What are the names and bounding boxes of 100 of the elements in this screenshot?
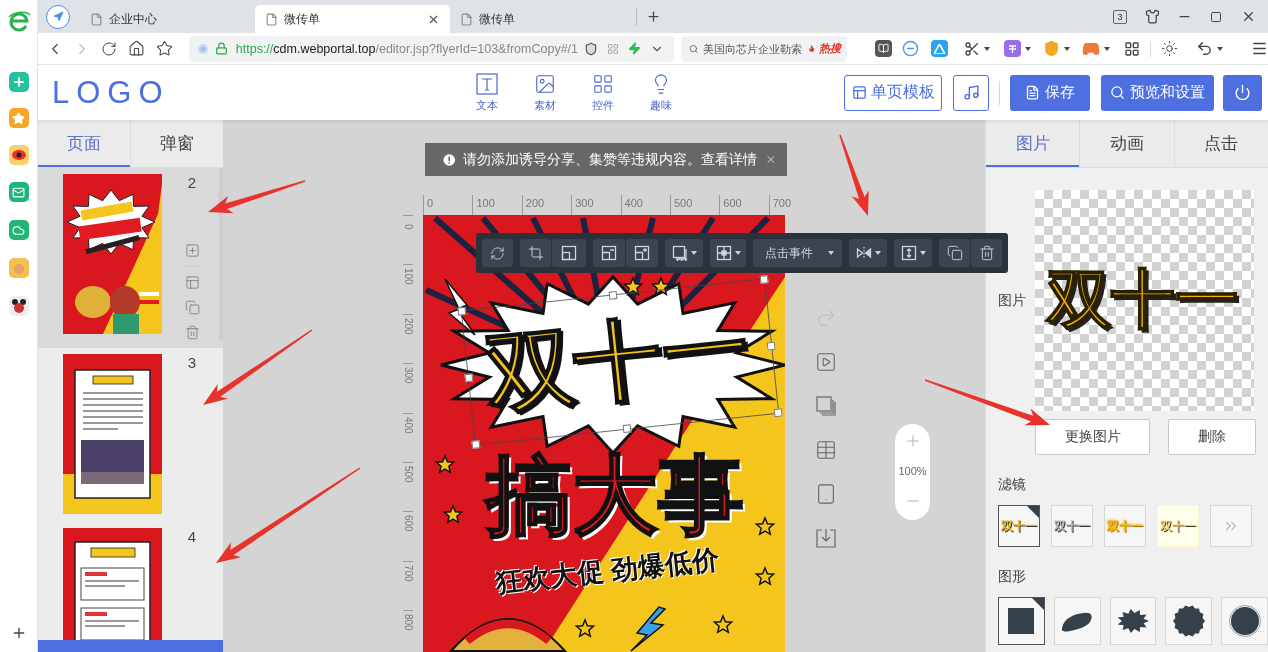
download-icon[interactable]	[815, 527, 837, 549]
property-tab[interactable]: 点击	[1174, 120, 1268, 167]
resize-handle[interactable]	[773, 408, 783, 418]
resize-handle[interactable]	[622, 424, 632, 434]
shadow-button[interactable]	[665, 239, 703, 267]
page-item[interactable]: 2	[38, 168, 223, 348]
app-tile-icon[interactable]	[8, 296, 29, 316]
tablet-icon[interactable]	[815, 483, 837, 505]
save-button[interactable]: 保存	[1010, 74, 1090, 111]
triangle-tile-icon[interactable]	[931, 40, 948, 57]
align-button[interactable]	[710, 239, 746, 267]
resize-handle[interactable]	[759, 275, 769, 284]
minus-circle-icon[interactable]	[902, 40, 919, 57]
section-title: 图形	[998, 568, 1027, 584]
eye-tile-icon[interactable]	[8, 145, 29, 165]
poster-slogan: 狂欢大促 劲爆低价	[493, 545, 722, 600]
play-square-icon[interactable]	[815, 351, 837, 373]
table-icon[interactable]	[815, 439, 837, 461]
star-tile-icon[interactable]	[8, 108, 29, 128]
delete-button[interactable]: 删除	[1168, 419, 1256, 455]
star-icon[interactable]	[155, 40, 173, 57]
caret-icon	[1064, 46, 1070, 51]
page-item[interactable]: 4	[38, 522, 223, 640]
star-icon	[434, 454, 456, 474]
square-minus-icon	[601, 245, 617, 261]
plus-tile-icon[interactable]	[8, 72, 29, 92]
browser-tab[interactable]: 企业中心	[80, 5, 255, 33]
reload-icon[interactable]	[101, 40, 118, 57]
resize-handle[interactable]	[608, 290, 618, 300]
replace-image-button[interactable]: 更换图片	[1035, 419, 1150, 455]
shape-option[interactable]	[998, 597, 1045, 645]
tool-button[interactable]: 控件	[574, 72, 632, 113]
undo-icon[interactable]	[1196, 40, 1213, 57]
copy-button[interactable]	[939, 239, 970, 267]
maximize-icon[interactable]	[1210, 10, 1222, 23]
flip-button[interactable]	[849, 239, 887, 267]
sun-icon[interactable]	[1161, 40, 1178, 57]
panel-tab[interactable]: 页面	[38, 120, 131, 167]
replace-button[interactable]	[482, 239, 513, 267]
template-button[interactable]: 单页模板	[844, 74, 942, 111]
tool-button[interactable]: 文本	[458, 72, 516, 113]
square-plus-icon	[634, 245, 650, 261]
ruler-label: 200	[403, 317, 414, 335]
property-tab[interactable]: 图片	[986, 120, 1081, 167]
new-tab-icon[interactable]	[646, 9, 661, 24]
address-field[interactable]: https://cdm.webportal.top/editor.jsp?flyerId=103&fromCopy#/1	[188, 35, 674, 62]
home-icon[interactable]	[128, 40, 146, 57]
ruler-label: 700	[403, 564, 414, 582]
page-number: 3	[187, 354, 197, 371]
browser-logo-icon[interactable]	[6, 10, 31, 34]
browser-tab[interactable]: 微传单	[450, 5, 636, 33]
caret-icon	[1217, 46, 1223, 51]
tab-count-button[interactable]: 3	[1113, 9, 1127, 24]
resize-handle[interactable]	[457, 306, 467, 316]
preview-button[interactable]: 预览和设置	[1101, 74, 1214, 111]
star-icon	[442, 504, 464, 524]
trash-icon	[978, 245, 995, 261]
compass-icon[interactable]	[46, 4, 70, 29]
delete-button[interactable]	[971, 239, 1002, 267]
corner-mark-icon	[1031, 598, 1044, 610]
grid-icon[interactable]	[1124, 40, 1140, 57]
app-tile-icon[interactable]	[8, 258, 29, 278]
hot-search-label[interactable]: 热搜	[819, 41, 843, 56]
resize-handle[interactable]	[766, 341, 776, 351]
resize-handle[interactable]	[464, 373, 474, 383]
zoom-level: 100%	[898, 465, 927, 477]
order-button[interactable]	[894, 239, 932, 267]
book-tile-icon[interactable]	[875, 40, 892, 57]
document-icon	[90, 12, 103, 26]
layer-button[interactable]	[593, 239, 625, 267]
notice-text: 请勿添加诱导分享、集赞等违规内容。查看详情	[463, 150, 758, 169]
star-icon	[574, 618, 596, 638]
resize-button[interactable]	[552, 239, 586, 267]
shield-icon[interactable]	[584, 41, 598, 56]
scissors-icon[interactable]	[964, 40, 980, 57]
document-icon	[265, 12, 278, 26]
tool-button[interactable]: 趣味	[632, 72, 690, 113]
browser-tab[interactable]: 微传单	[255, 5, 450, 33]
ink-blob-icon	[1171, 604, 1206, 638]
mail-tile-icon[interactable]	[8, 182, 29, 202]
music-button[interactable]	[953, 74, 989, 111]
menu-icon[interactable]	[1251, 40, 1268, 57]
shirt-icon[interactable]	[1144, 9, 1160, 24]
field-label: 图片	[998, 291, 1027, 310]
search-field[interactable]: 美国向芯片企业勒索 热搜	[681, 35, 847, 62]
cloud-tile-icon[interactable]	[8, 220, 29, 240]
star-icon	[754, 566, 776, 586]
crop-button[interactable]	[520, 239, 551, 267]
resize-handle[interactable]	[471, 440, 481, 449]
event-select[interactable]: 点击事件	[753, 239, 842, 267]
property-tab[interactable]: 动画	[1080, 120, 1175, 167]
layer-button[interactable]	[626, 239, 658, 267]
tool-button[interactable]: 素材	[516, 72, 574, 113]
lightning-bolt-icon	[444, 278, 476, 336]
ruler-label: 100	[403, 268, 414, 286]
details-link[interactable]: 查看详情	[701, 150, 758, 167]
square-tile-icon[interactable]	[1004, 40, 1021, 57]
poster-headline: 双十一	[480, 302, 756, 423]
page-item[interactable]: 3	[38, 348, 223, 522]
power-button[interactable]	[1223, 74, 1262, 111]
